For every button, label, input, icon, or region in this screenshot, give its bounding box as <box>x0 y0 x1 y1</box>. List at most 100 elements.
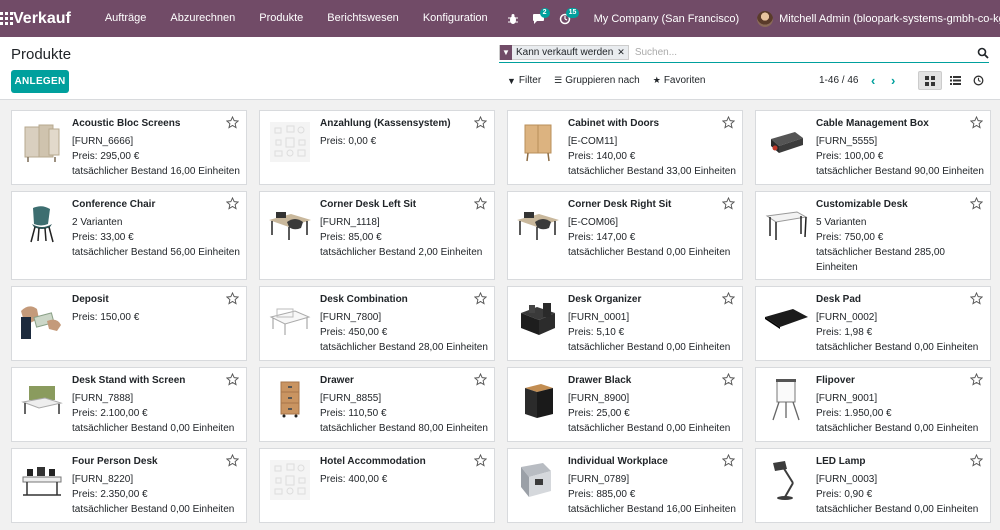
product-card[interactable]: Customizable Desk 5 Varianten Preis: 750,… <box>755 191 991 280</box>
product-name: LED Lamp <box>816 456 866 467</box>
star-icon[interactable] <box>722 116 735 129</box>
product-detail: tatsächlicher Bestand 28,00 Einheiten <box>320 342 488 353</box>
product-card[interactable]: Drawer [FURN_8855] Preis: 110,50 € tatsäch… <box>259 367 495 442</box>
activity-icon[interactable]: 15 <box>552 0 580 37</box>
product-card[interactable]: LED Lamp [FURN_0003] Preis: 0,90 € tatsäch… <box>755 448 991 523</box>
product-name: Desk Combination <box>320 294 408 305</box>
favorites-button[interactable]: ★ Favoriten <box>653 75 706 86</box>
create-button[interactable]: ANLEGEN <box>11 70 69 93</box>
product-card[interactable]: Desk Pad [FURN_0002] Preis: 1,98 € tatsäch… <box>755 286 991 361</box>
star-icon[interactable] <box>226 373 239 386</box>
menu-reporting[interactable]: Berichtswesen <box>315 0 411 37</box>
star-icon[interactable] <box>474 454 487 467</box>
star-icon[interactable] <box>474 197 487 210</box>
star-icon[interactable] <box>226 454 239 467</box>
product-image <box>761 198 810 247</box>
chat-badge: 2 <box>539 8 550 18</box>
bars-icon: ☰ <box>554 75 563 85</box>
menu-products[interactable]: Produkte <box>247 0 315 37</box>
star-icon[interactable] <box>226 197 239 210</box>
product-detail: Preis: 0,90 € <box>816 489 873 500</box>
product-card[interactable]: Desk Organizer [FURN_0001] Preis: 5,10 € t… <box>507 286 743 361</box>
product-detail: tatsächlicher Bestand 80,00 Einheiten <box>320 423 488 434</box>
menu-configuration[interactable]: Konfiguration <box>411 0 500 37</box>
product-info: Conference Chair 2 Varianten Preis: 33,00… <box>72 197 240 273</box>
product-info: Anzahlung (Kassensystem) Preis: 0,00 € <box>320 116 488 178</box>
search-icon[interactable] <box>977 47 989 59</box>
product-name: Cable Management Box <box>816 118 929 129</box>
product-detail: Preis: 150,00 € <box>72 312 140 323</box>
product-info: Deposit Preis: 150,00 € <box>72 292 240 354</box>
close-icon[interactable]: ✕ <box>617 47 628 58</box>
product-card[interactable]: Drawer Black [FURN_8900] Preis: 25,00 € ta… <box>507 367 743 442</box>
star-icon[interactable] <box>722 197 735 210</box>
chat-icon[interactable]: 2 <box>526 0 552 37</box>
product-name: Flipover <box>816 375 855 386</box>
product-name: Conference Chair <box>72 199 156 210</box>
product-card[interactable]: Individual Workplace [FURN_0789] Preis: 8… <box>507 448 743 523</box>
star-icon[interactable] <box>970 454 983 467</box>
product-detail: Preis: 400,00 € <box>320 474 388 485</box>
star-icon[interactable] <box>474 373 487 386</box>
product-card[interactable]: Conference Chair 2 Varianten Preis: 33,00… <box>11 191 247 280</box>
product-card[interactable]: Cabinet with Doors [E-COM11] Preis: 140,0… <box>507 110 743 185</box>
avatar <box>757 10 774 27</box>
star-icon[interactable] <box>722 292 735 305</box>
star-icon[interactable] <box>474 292 487 305</box>
product-detail: tatsächlicher Bestand 56,00 Einheiten <box>72 247 240 258</box>
star-icon[interactable] <box>722 454 735 467</box>
filter-facet: ▼ Kann verkauft werden ✕ <box>499 45 629 60</box>
search-input[interactable] <box>634 47 977 58</box>
product-detail: [FURN_0003] <box>816 474 878 485</box>
product-card[interactable]: Four Person Desk [FURN_8220] Preis: 2.350… <box>11 448 247 523</box>
product-detail: [FURN_0001] <box>568 312 630 323</box>
product-card[interactable]: Desk Combination [FURN_7800] Preis: 450,0… <box>259 286 495 361</box>
apps-menu-icon[interactable] <box>0 0 13 37</box>
product-card[interactable]: Anzahlung (Kassensystem) Preis: 0,00 € <box>259 110 495 185</box>
product-info: Desk Stand with Screen [FURN_7888] Preis:… <box>72 373 240 435</box>
product-info: Four Person Desk [FURN_8220] Preis: 2.350… <box>72 454 240 516</box>
top-navbar: Verkauf Aufträge Abzurechnen Produkte Be… <box>0 0 1000 37</box>
product-card[interactable]: Desk Stand with Screen [FURN_7888] Preis:… <box>11 367 247 442</box>
app-brand[interactable]: Verkauf <box>13 10 71 28</box>
group-by-button[interactable]: ☰ Gruppieren nach <box>554 75 640 86</box>
star-icon[interactable] <box>226 292 239 305</box>
product-image <box>513 117 562 166</box>
product-card[interactable]: Flipover [FURN_9001] Preis: 1.950,00 € tat… <box>755 367 991 442</box>
product-card[interactable]: Corner Desk Left Sit [FURN_1118] Preis: 8… <box>259 191 495 280</box>
product-detail: [FURN_1118] <box>320 217 380 228</box>
star-icon[interactable] <box>722 373 735 386</box>
bug-icon[interactable] <box>500 0 526 37</box>
product-detail: Preis: 885,00 € <box>568 489 636 500</box>
product-card[interactable]: Acoustic Bloc Screens [FURN_6666] Preis: … <box>11 110 247 185</box>
product-card[interactable]: Corner Desk Right Sit [E-COM06] Preis: 14… <box>507 191 743 280</box>
filter-button[interactable]: ▼ Filter <box>507 75 541 86</box>
menu-to-invoice[interactable]: Abzurechnen <box>158 0 247 37</box>
list-view-button[interactable] <box>943 71 967 90</box>
user-menu[interactable]: Mitchell Admin (bloopark-systems-gmbh-co… <box>757 10 1000 27</box>
chevron-right-icon[interactable]: › <box>891 73 895 88</box>
product-card[interactable]: Deposit Preis: 150,00 € <box>11 286 247 361</box>
star-icon[interactable] <box>970 197 983 210</box>
kanban-view-button[interactable] <box>918 71 942 90</box>
chevron-left-icon[interactable]: ‹ <box>871 73 875 88</box>
company-switcher[interactable]: My Company (San Francisco) <box>594 13 740 25</box>
star-icon[interactable] <box>226 116 239 129</box>
product-card[interactable]: Hotel Accommodation Preis: 400,00 € <box>259 448 495 523</box>
grid-icon <box>925 75 935 86</box>
product-detail: Preis: 1.950,00 € <box>816 408 892 419</box>
search-bar: ▼ Kann verkauft werden ✕ <box>499 43 989 63</box>
star-icon[interactable] <box>970 116 983 129</box>
pager-value[interactable]: 1-46 / 46 <box>819 75 858 86</box>
star-icon[interactable] <box>970 373 983 386</box>
product-detail: Preis: 295,00 € <box>72 151 140 162</box>
product-detail: [FURN_7800] <box>320 312 382 323</box>
product-card[interactable]: Cable Management Box [FURN_5555] Preis: 1… <box>755 110 991 185</box>
product-detail: tatsächlicher Bestand 0,00 Einheiten <box>568 423 731 434</box>
star-icon[interactable] <box>970 292 983 305</box>
menu-orders[interactable]: Aufträge <box>93 0 159 37</box>
activity-view-button[interactable] <box>966 71 990 90</box>
star-icon[interactable] <box>474 116 487 129</box>
product-image <box>17 455 66 504</box>
product-detail: Preis: 450,00 € <box>320 327 388 338</box>
